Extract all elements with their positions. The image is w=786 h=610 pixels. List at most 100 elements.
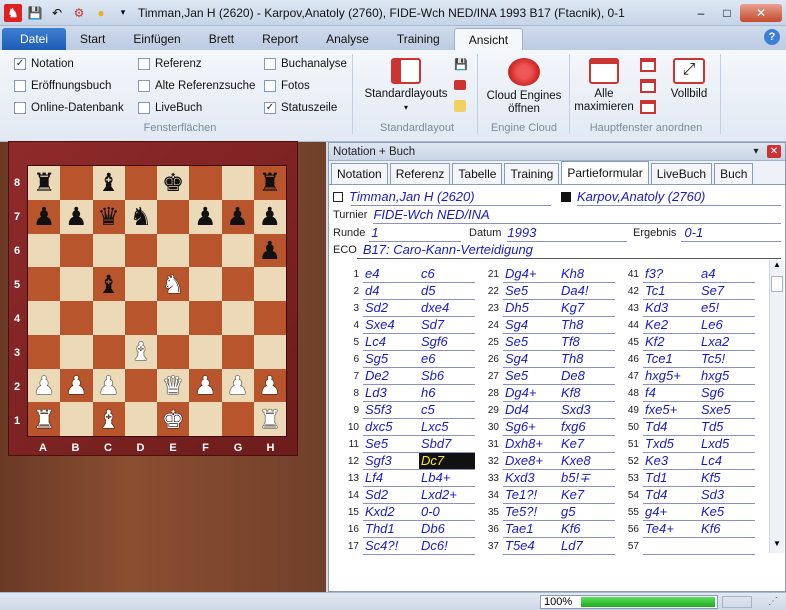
black-move[interactable]: Le6 [699,317,755,334]
white-move[interactable]: Lc4 [363,334,419,351]
white-bishop-piece[interactable]: ♝ [97,407,119,432]
checkbox-referenz[interactable]: Referenz [138,58,202,70]
black-move[interactable]: Kg7 [559,300,615,317]
black-move[interactable]: Sgf6 [419,334,475,351]
black-knight-piece[interactable]: ♞ [130,204,152,229]
square-h7[interactable]: ♟ [253,199,286,234]
app-icon[interactable]: ♞ [4,3,22,22]
white-pawn-piece[interactable]: ♟ [65,373,87,398]
white-move[interactable]: Dxe8+ [503,453,559,470]
square-h4[interactable] [253,301,286,335]
square-f1[interactable] [189,402,222,436]
white-pawn-piece[interactable]: ♟ [259,373,281,398]
white-move[interactable]: d4 [363,283,419,300]
white-move[interactable]: dxc5 [363,419,419,436]
arrange-icon[interactable] [640,100,656,114]
black-move[interactable]: Lb4+ [419,470,475,487]
white-move[interactable]: Kxd2 [363,504,419,521]
help-icon[interactable]: ? [764,29,780,45]
white-move[interactable]: Sd2 [363,300,419,317]
black-move[interactable]: Sg6 [699,385,755,402]
eco-value[interactable]: B17: Caro-Kann-Verteidigung [363,242,533,257]
black-pawn-piece[interactable]: ♟ [33,204,55,229]
square-e2[interactable]: ♛ [157,368,190,403]
square-e5[interactable]: ♞ [157,267,190,301]
square-e8[interactable]: ♚ [157,166,190,200]
tab-einfuegen[interactable]: Einfügen [119,28,194,50]
white-move[interactable]: Dh5 [503,300,559,317]
black-move[interactable]: c5 [419,402,475,419]
black-move[interactable]: Lxa2 [699,334,755,351]
white-move[interactable]: Dd4 [503,402,559,419]
square-g7[interactable]: ♟ [221,199,254,234]
black-move[interactable]: Ke5 [699,504,755,521]
white-knight-piece[interactable]: ♞ [162,272,184,297]
black-move[interactable]: Db6 [419,521,475,538]
black-player[interactable]: Karpov,Anatoly (2760) [577,189,705,204]
square-d1[interactable] [124,402,157,436]
black-move[interactable] [699,538,755,555]
square-e3[interactable] [157,334,190,369]
square-a3[interactable] [28,334,61,369]
runde-value[interactable]: 1 [371,225,378,240]
square-b1[interactable] [60,402,93,436]
ergebnis-value[interactable]: 0-1 [684,225,703,240]
white-pawn-piece[interactable]: ♟ [194,373,216,398]
black-move[interactable]: a4 [699,266,755,283]
black-move[interactable]: Kf8 [559,385,615,402]
white-queen-piece[interactable]: ♛ [162,373,184,398]
tab-notation[interactable]: Notation [331,163,388,184]
white-bishop-piece[interactable]: ♝ [130,339,152,364]
minimize-button[interactable]: – [688,4,714,22]
black-move[interactable]: Da4! [559,283,615,300]
square-c7[interactable]: ♛ [92,199,125,234]
white-move[interactable]: Te1?! [503,487,559,504]
quick-access-dropdown-icon[interactable]: ▾ [114,4,132,22]
square-c3[interactable] [92,334,125,369]
black-move[interactable]: Kxe8 [559,453,615,470]
white-move[interactable]: Te5?! [503,504,559,521]
white-move[interactable]: Kd3 [643,300,699,317]
checkbox-box[interactable] [14,102,26,114]
black-move[interactable]: Dc7 [419,453,475,470]
black-move[interactable]: h6 [419,385,475,402]
white-move[interactable]: Txd5 [643,436,699,453]
tab-brett[interactable]: Brett [195,28,248,50]
checkbox-fotos[interactable]: Fotos [264,80,310,92]
checkbox-box[interactable] [14,80,26,92]
square-g1[interactable] [221,402,254,436]
square-a8[interactable]: ♜ [28,166,61,200]
resize-grip-icon[interactable]: ⋰ [768,596,778,607]
square-b6[interactable] [60,233,93,268]
black-move[interactable]: Kf6 [699,521,755,538]
black-move[interactable]: dxe4 [419,300,475,317]
white-move[interactable]: Dxh8+ [503,436,559,453]
black-move[interactable]: Dc6! [419,538,475,555]
square-c5[interactable]: ♝ [92,267,125,301]
tab-partieformular[interactable]: Partieformular [561,161,649,184]
checkbox-box[interactable]: ✓ [264,102,276,114]
checkbox-box[interactable] [264,58,276,70]
tab-report[interactable]: Report [248,28,312,50]
square-g2[interactable]: ♟ [221,368,254,403]
scroll-up-icon[interactable]: ▲ [770,260,784,274]
white-move[interactable]: Ke2 [643,317,699,334]
cloud-engines-button[interactable]: Cloud Engines öffnen [482,58,566,116]
square-a2[interactable]: ♟ [28,368,61,403]
white-move[interactable]: Td4 [643,487,699,504]
square-e4[interactable] [157,301,190,335]
checkbox-statuszeile[interactable]: ✓ Statuszeile [264,102,337,114]
turnier-value[interactable]: FIDE-Wch NED/INA [373,207,489,222]
square-d6[interactable] [124,233,157,268]
square-f6[interactable] [189,233,222,268]
square-b8[interactable] [60,166,93,200]
black-move[interactable]: Kf5 [699,470,755,487]
black-move[interactable]: Kh8 [559,266,615,283]
black-move[interactable]: Sd7 [419,317,475,334]
white-move[interactable]: Dg4+ [503,266,559,283]
black-move[interactable]: De8 [559,368,615,385]
black-queen-piece[interactable]: ♛ [97,204,119,229]
white-rook-piece[interactable]: ♜ [33,407,55,432]
square-g8[interactable] [221,166,254,200]
black-move[interactable]: c6 [419,266,475,283]
